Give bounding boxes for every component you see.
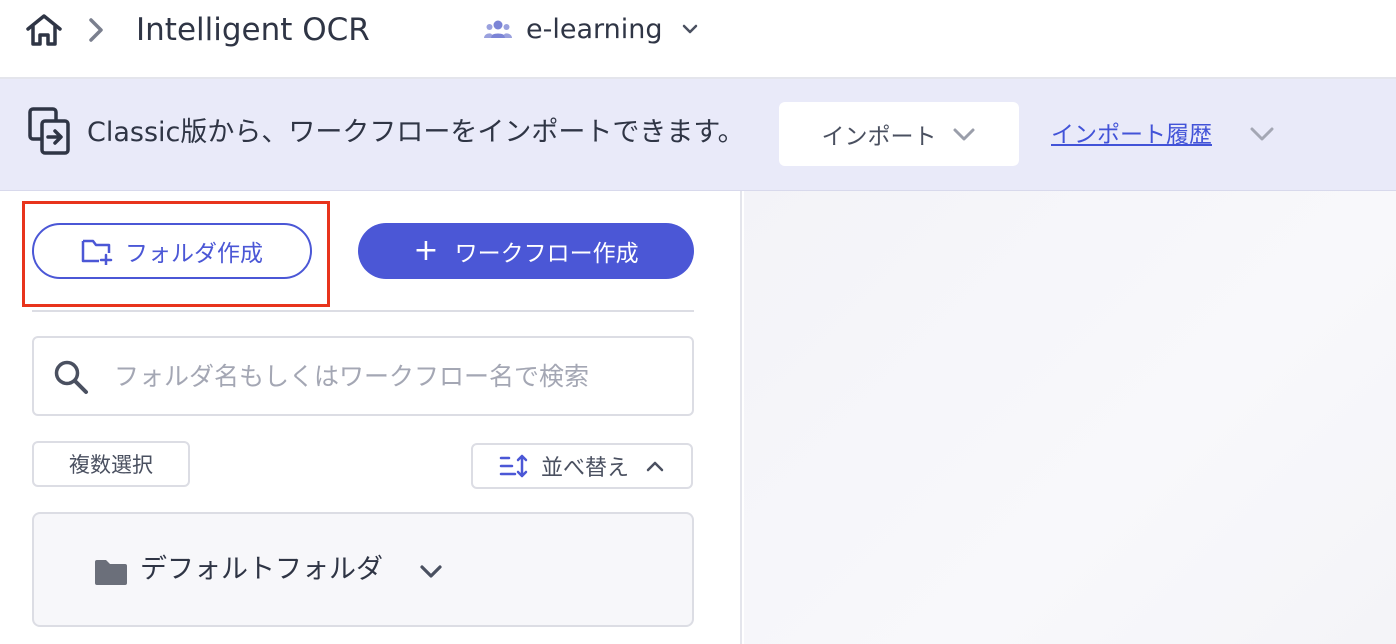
workflow-sidebar: フォルダ作成 + ワークフロー作成 複数選択 並べ替え デフォルトフォルダ [0, 191, 742, 644]
home-icon[interactable] [24, 12, 64, 48]
import-icon [28, 107, 70, 155]
folder-plus-icon [81, 239, 113, 265]
chevron-right-icon [89, 18, 103, 42]
sort-label: 並べ替え [540, 456, 629, 481]
chevron-down-icon[interactable] [418, 562, 444, 580]
multi-select-button[interactable]: 複数選択 [32, 441, 190, 487]
search-icon [54, 360, 88, 394]
workspace-selector[interactable]: e-learning [526, 12, 663, 48]
folder-item-default[interactable]: デフォルトフォルダ [32, 512, 694, 627]
create-workflow-button[interactable]: + ワークフロー作成 [358, 223, 694, 279]
import-button-label: インポート [821, 124, 937, 150]
folder-name: デフォルトフォルダ [140, 554, 383, 585]
sort-button[interactable]: 並べ替え [471, 443, 693, 489]
folder-icon [95, 560, 127, 585]
sort-icon [499, 454, 528, 478]
chevron-down-icon [953, 128, 974, 141]
import-history-link[interactable]: インポート履歴 [1051, 115, 1212, 155]
app-title[interactable]: Intelligent OCR [136, 10, 370, 50]
import-banner: Classic版から、ワークフローをインポートできます。 インポート インポート… [0, 79, 1396, 191]
create-workflow-label: ワークフロー作成 [454, 241, 639, 267]
import-dropdown-button[interactable]: インポート [779, 102, 1019, 166]
create-folder-button[interactable]: フォルダ作成 [32, 223, 312, 279]
users-icon [484, 20, 512, 38]
chevron-down-icon[interactable] [680, 20, 700, 38]
top-header: Intelligent OCR e-learning [0, 0, 1396, 79]
workflow-detail-panel [744, 191, 1396, 644]
plus-icon: + [413, 233, 439, 268]
chevron-up-icon [646, 461, 664, 472]
search-box[interactable] [32, 336, 694, 416]
import-banner-message: Classic版から、ワークフローをインポートできます。 [87, 117, 745, 148]
search-input[interactable] [112, 352, 682, 400]
create-folder-label: フォルダ作成 [125, 241, 263, 267]
divider [32, 310, 694, 312]
chevron-down-icon[interactable] [1248, 124, 1276, 144]
